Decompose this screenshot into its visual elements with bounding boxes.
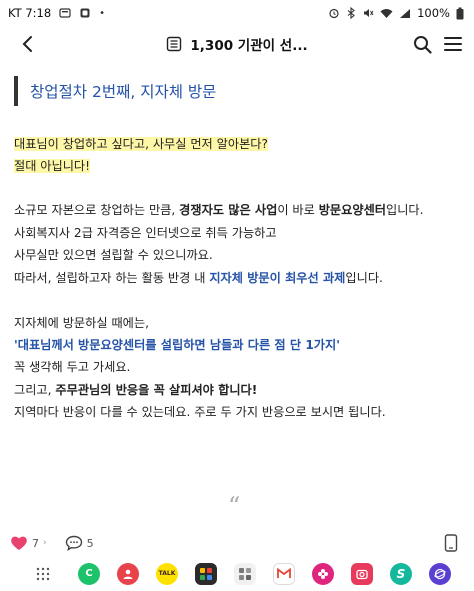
- blue-bold-span: '대표님께서 방문요양센터를 설립하면 남들과 다른 점 단 1가지': [14, 338, 340, 352]
- signal-icon: [399, 8, 411, 19]
- bold-span: 주무관님의 반응을 꼭 살피셔야 합니다!: [55, 383, 258, 397]
- section-heading: 창업절차 2번째, 지자체 방문: [14, 74, 460, 108]
- notification-icon-2: [79, 7, 91, 19]
- like-button[interactable]: 7 ›: [10, 535, 47, 551]
- app-drawer-button[interactable]: [32, 563, 54, 585]
- text-span: 소규모 자본으로 창업하는 만큼,: [14, 203, 180, 217]
- wifi-icon: [380, 8, 393, 19]
- paragraph-line: 사무실만 있으면 설립할 수 있으니까요.: [14, 248, 213, 262]
- battery-icon: [456, 7, 464, 20]
- hamburger-menu-icon: [444, 37, 462, 51]
- app-folder-icon[interactable]: [195, 562, 217, 585]
- status-bar: KT 7:18 • 100%: [0, 0, 474, 26]
- text-span: 따라서, 설립하고자 하는 활동 반경 내: [14, 271, 210, 285]
- apps-folder-icon[interactable]: [234, 562, 256, 585]
- text-span: 입니다.: [386, 203, 424, 217]
- share-button[interactable]: [440, 533, 462, 553]
- like-count: 7: [32, 536, 39, 550]
- heart-icon: [11, 536, 27, 550]
- quote-mark: “: [228, 492, 241, 520]
- comment-button[interactable]: 5: [65, 535, 94, 551]
- chevron-left-icon: [22, 36, 32, 52]
- carrier-time: KT 7:18: [8, 6, 52, 20]
- highlight-line-2: 절대 아닙니다!: [14, 159, 91, 173]
- highlight-answer: 절대 아닙니다!: [14, 156, 91, 177]
- bluetooth-icon: [346, 7, 356, 19]
- heading-accent-bar: [14, 76, 18, 106]
- s-app-icon[interactable]: S: [390, 562, 412, 585]
- back-button[interactable]: [14, 30, 40, 58]
- bold-span: 방문요양센터: [318, 203, 386, 217]
- blossom-app-icon[interactable]: [312, 562, 334, 585]
- status-left: KT 7:18 •: [8, 6, 105, 20]
- grid-icon: [36, 567, 50, 580]
- comment-count: 5: [86, 536, 94, 550]
- reaction-bar: 7 › 5: [0, 530, 474, 556]
- list-icon[interactable]: [166, 36, 182, 52]
- mute-icon: [362, 7, 374, 19]
- alarm-icon: [328, 7, 340, 19]
- header-title-group: 1,300 기관이 선...: [0, 26, 474, 62]
- paragraph-line: 그리고, 주무관님의 반응을 꼭 살피셔야 합니다!: [14, 380, 257, 401]
- paragraph-line: 꼭 생각해 두고 가세요.: [14, 360, 131, 374]
- status-right: 100%: [328, 6, 464, 20]
- comment-icon: [65, 535, 82, 551]
- article-body: 창업절차 2번째, 지자체 방문: [14, 74, 460, 108]
- paragraph-line: 지자체에 방문하실 때에는,: [14, 316, 149, 330]
- kakaotalk-app-icon[interactable]: TALK: [156, 562, 178, 585]
- contacts-app-icon[interactable]: [117, 562, 139, 585]
- search-icon: [413, 35, 432, 54]
- menu-button[interactable]: [441, 32, 465, 56]
- battery-level: 100%: [417, 6, 450, 20]
- internet-app-icon[interactable]: [429, 562, 451, 585]
- paragraph-line: 지역마다 반응이 다를 수 있는데요. 주로 두 가지 반응으로 보시면 됩니다…: [14, 405, 386, 419]
- paragraph-line: '대표님께서 방문요양센터를 설립하면 남들과 다른 점 단 1가지': [14, 335, 340, 356]
- highlight-question: 대표님이 창업하고 싶다고, 사무실 먼저 알아본다?: [14, 134, 268, 155]
- chevron-right-icon: ›: [43, 538, 47, 548]
- bold-span: 경쟁자도 많은 사업: [179, 203, 278, 217]
- text-span: 이 바로: [277, 203, 319, 217]
- search-button[interactable]: [410, 32, 434, 56]
- notification-icon: [59, 7, 71, 19]
- highlight-line-1: 대표님이 창업하고 싶다고, 사무실 먼저 알아본다?: [14, 137, 268, 151]
- blue-bold-span: 지자체 방문이 최우선 과제: [209, 271, 346, 285]
- section-heading-text: 창업절차 2번째, 지자체 방문: [30, 83, 217, 101]
- post-title[interactable]: 1,300 기관이 선...: [190, 34, 307, 54]
- gmail-app-icon[interactable]: [273, 562, 295, 585]
- text-span: 입니다.: [345, 271, 383, 285]
- phone-share-icon: [444, 534, 458, 552]
- more-notifications-icon: •: [99, 7, 106, 19]
- app-header: 1,300 기관이 선...: [0, 26, 474, 62]
- call-app-icon[interactable]: C: [78, 562, 100, 585]
- paragraph-line: 따라서, 설립하고자 하는 활동 반경 내 지자체 방문이 최우선 과제입니다.: [14, 268, 383, 289]
- paragraph-line: 사회복지사 2급 자격증은 인터넷으로 취득 가능하고: [14, 226, 277, 240]
- paragraph-line: 소규모 자본으로 창업하는 만큼, 경쟁자도 많은 사업이 바로 방문요양센터입…: [14, 200, 424, 221]
- app-dock: C TALK S: [0, 556, 474, 591]
- text-span: 그리고,: [14, 383, 56, 397]
- camera-app-icon[interactable]: [351, 562, 373, 585]
